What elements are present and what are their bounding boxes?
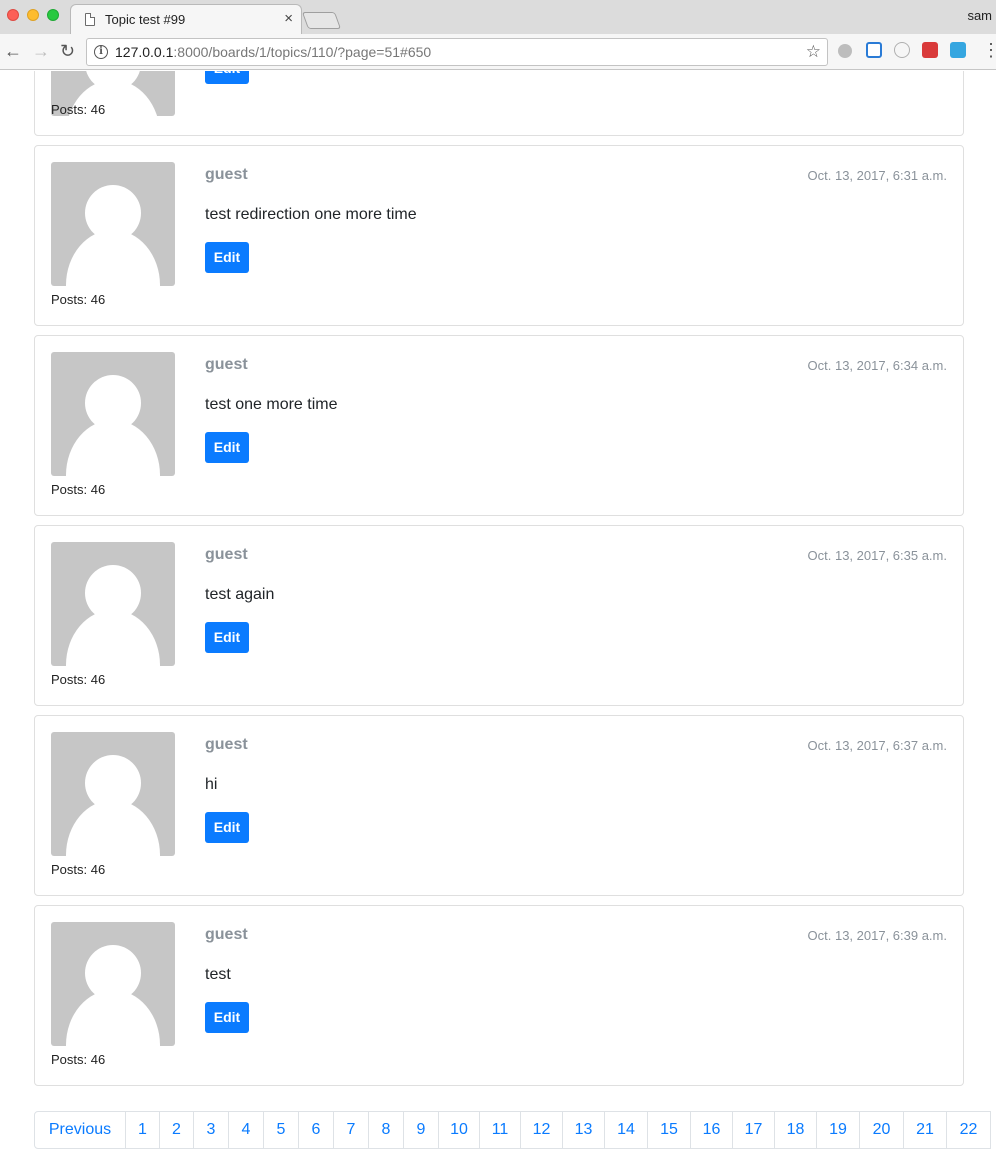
post-message: test again [205, 586, 275, 603]
tab-title: Topic test #99 [105, 12, 186, 27]
extension-screenshot-icon[interactable] [866, 42, 882, 58]
posts-count: Posts: 46 [51, 672, 106, 687]
page-link[interactable]: 6 [298, 1112, 333, 1148]
page-content: Edit Posts: 46 Posts: 46 guest Oct. 13, … [0, 71, 996, 1158]
browser-tabstrip: Topic test #99 × sam [0, 0, 996, 35]
avatar [51, 922, 175, 1046]
page-link[interactable]: 19 [816, 1112, 859, 1148]
post-author: guest [205, 166, 248, 183]
url-path: :8000/boards/1/topics/110/?page=51#650 [173, 44, 432, 60]
post-message: hi [205, 776, 218, 793]
extension-music-icon[interactable] [838, 44, 852, 58]
page-link[interactable]: 12 [520, 1112, 562, 1148]
post-date: Oct. 13, 2017, 6:31 a.m. [807, 168, 947, 183]
page-link[interactable]: 14 [604, 1112, 647, 1148]
edit-button[interactable]: Edit [205, 432, 249, 463]
post-author: guest [205, 546, 248, 563]
post-date: Oct. 13, 2017, 6:34 a.m. [807, 358, 947, 373]
post-card: Posts: 46 guest Oct. 13, 2017, 6:34 a.m.… [34, 335, 964, 516]
page-link[interactable]: 10 [438, 1112, 479, 1148]
edit-button[interactable]: Edit [205, 71, 249, 84]
avatar [51, 732, 175, 856]
page-previous-link[interactable]: Previous [35, 1112, 125, 1148]
page-link[interactable]: 2 [159, 1112, 193, 1148]
edit-button[interactable]: Edit [205, 622, 249, 653]
post-author: guest [205, 736, 248, 753]
post-author: guest [205, 356, 248, 373]
post-date: Oct. 13, 2017, 6:37 a.m. [807, 738, 947, 753]
page-link[interactable]: 21 [903, 1112, 946, 1148]
page-link[interactable]: 18 [774, 1112, 816, 1148]
back-arrow-icon[interactable]: ← [4, 41, 22, 61]
browser-toolbar: ← → ↻ i 127.0.0.1:8000/boards/1/topics/1… [0, 34, 996, 70]
forward-arrow-icon[interactable]: → [32, 41, 50, 61]
extension-circle-icon[interactable] [894, 42, 910, 58]
page-link[interactable]: 15 [647, 1112, 690, 1148]
bookmark-star-icon[interactable]: ☆ [806, 42, 821, 62]
post-date: Oct. 13, 2017, 6:39 a.m. [807, 928, 947, 943]
document-icon [85, 13, 95, 26]
avatar [51, 542, 175, 666]
window-close-button[interactable] [7, 9, 19, 21]
info-icon[interactable]: i [94, 45, 108, 59]
page-link[interactable]: 3 [193, 1112, 228, 1148]
url-host: 127.0.0.1 [115, 44, 174, 60]
avatar-body [66, 610, 160, 666]
page-link[interactable]: 22 [946, 1112, 990, 1148]
post-message: test one more time [205, 396, 338, 413]
post-author: guest [205, 926, 248, 943]
profile-name[interactable]: sam [967, 8, 992, 23]
page-link[interactable]: 8 [368, 1112, 403, 1148]
post-message: test [205, 966, 231, 983]
page-link[interactable]: 4 [228, 1112, 263, 1148]
page-link[interactable]: 9 [403, 1112, 438, 1148]
posts-count: Posts: 46 [51, 102, 106, 117]
posts-count: Posts: 46 [51, 482, 106, 497]
post-card-partial: Edit Posts: 46 [34, 71, 964, 136]
menu-dots-icon[interactable]: ⋮ [982, 40, 996, 60]
avatar-body [66, 420, 160, 476]
tab-close-icon[interactable]: × [284, 11, 293, 27]
post-date: Oct. 13, 2017, 6:35 a.m. [807, 548, 947, 563]
browser-tab[interactable]: Topic test #99 × [70, 4, 302, 35]
page-link[interactable]: 20 [859, 1112, 903, 1148]
edit-button[interactable]: Edit [205, 242, 249, 273]
pagination: Previous 1 2 3 4 5 6 7 8 9 10 11 12 13 1… [34, 1111, 991, 1149]
avatar [51, 162, 175, 286]
page-link[interactable]: 11 [479, 1112, 520, 1148]
posts-count: Posts: 46 [51, 862, 106, 877]
extension-red-icon[interactable] [922, 42, 938, 58]
address-bar[interactable]: i 127.0.0.1:8000/boards/1/topics/110/?pa… [86, 38, 828, 66]
post-card: Posts: 46 guest Oct. 13, 2017, 6:39 a.m.… [34, 905, 964, 1086]
avatar-body [66, 230, 160, 286]
avatar-body [66, 990, 160, 1046]
avatar [51, 352, 175, 476]
posts-count: Posts: 46 [51, 292, 106, 307]
page-link[interactable]: 17 [732, 1112, 774, 1148]
extension-book-icon[interactable] [950, 42, 966, 58]
window-maximize-button[interactable] [47, 9, 59, 21]
edit-button[interactable]: Edit [205, 1002, 249, 1033]
post-card: Posts: 46 guest Oct. 13, 2017, 6:31 a.m.… [34, 145, 964, 326]
page-link[interactable]: 13 [562, 1112, 604, 1148]
url-text[interactable]: 127.0.0.1:8000/boards/1/topics/110/?page… [115, 44, 431, 60]
window-minimize-button[interactable] [27, 9, 39, 21]
post-card: Posts: 46 guest Oct. 13, 2017, 6:37 a.m.… [34, 715, 964, 896]
posts-count: Posts: 46 [51, 1052, 106, 1067]
page-link[interactable]: 1 [125, 1112, 159, 1148]
reload-icon[interactable]: ↻ [60, 41, 75, 61]
avatar-body [66, 800, 160, 856]
post-message: test redirection one more time [205, 206, 417, 223]
new-tab-button[interactable] [301, 12, 342, 29]
edit-button[interactable]: Edit [205, 812, 249, 843]
page-link[interactable]: 7 [333, 1112, 368, 1148]
page-link[interactable]: 16 [690, 1112, 732, 1148]
page-link[interactable]: 5 [263, 1112, 298, 1148]
post-card: Posts: 46 guest Oct. 13, 2017, 6:35 a.m.… [34, 525, 964, 706]
